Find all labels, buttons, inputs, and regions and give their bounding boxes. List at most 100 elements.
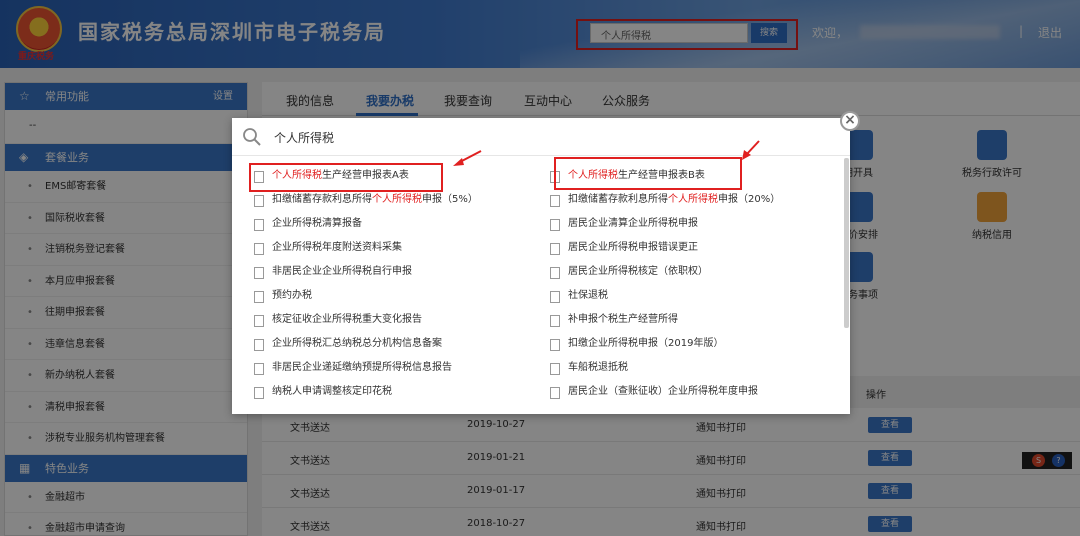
sidebar-item[interactable]: 金融超市 bbox=[5, 482, 247, 513]
result-item-left[interactable]: 企业所得税清算报备 bbox=[246, 214, 516, 234]
service-tile-icon bbox=[977, 192, 1007, 222]
cell-action: 通知书打印 bbox=[696, 522, 746, 533]
cell-name: 文书送达 bbox=[290, 423, 330, 434]
sidebar-item[interactable]: 清税申报套餐 bbox=[5, 392, 247, 423]
search-highlight-box bbox=[576, 19, 798, 50]
star-icon: ☆ bbox=[19, 89, 30, 103]
site-title: 国家税务总局深圳市电子税务局 bbox=[78, 20, 386, 44]
logout-link[interactable]: 退出 bbox=[1038, 24, 1062, 41]
result-item-left[interactable]: 企业所得税汇总纳税总分机构信息备案 bbox=[246, 334, 516, 354]
cell-action: 通知书打印 bbox=[696, 489, 746, 500]
main-tabs: 我的信息 我要办税 我要查询 互动中心 公众服务 bbox=[262, 82, 1080, 116]
result-text-pre: 居民企业所得税申报错误更正 bbox=[568, 242, 698, 253]
help-icon[interactable]: ? bbox=[1052, 454, 1065, 467]
table-row: 文书送达 2019-01-21 通知书打印 查看 bbox=[262, 442, 1080, 475]
result-text-pre: 扣缴企业所得税申报（2019年版） bbox=[568, 338, 724, 349]
search-icon bbox=[243, 128, 261, 146]
result-item-right[interactable]: 扣缴储蓄存款利息所得个人所得税申报（20%） bbox=[542, 190, 812, 210]
result-text-post: 申报（20%） bbox=[718, 194, 781, 205]
sidebar-item[interactable]: 违章信息套餐 bbox=[5, 329, 247, 360]
sidebar-section-title: 套餐业务 bbox=[45, 151, 89, 164]
sidebar-section-2[interactable]: ▦ 特色业务 bbox=[5, 454, 247, 482]
sidebar-section-0[interactable]: ☆ 常用功能 设置 bbox=[5, 83, 247, 110]
results-scrollbar[interactable] bbox=[844, 158, 849, 328]
tab-3[interactable]: 互动中心 bbox=[524, 92, 572, 109]
result-text-pre: 企业所得税清算报备 bbox=[272, 218, 362, 229]
site-header: 重庆税务 国家税务总局深圳市电子税务局 个人所得税 搜索 欢迎， | 退出 bbox=[0, 0, 1080, 68]
result-item-left[interactable]: 企业所得税年度附送资料采集 bbox=[246, 238, 516, 258]
cell-date: 2019-10-27 bbox=[467, 419, 526, 430]
result-text-pre: 预约办税 bbox=[272, 290, 312, 301]
sidebar-item[interactable]: 往期申报套餐 bbox=[5, 297, 247, 329]
service-tile-1[interactable]: 税务行政许可 bbox=[952, 130, 1032, 179]
emblem-text: 重庆税务 bbox=[18, 52, 55, 62]
col-action-header: 操作 bbox=[866, 390, 886, 401]
active-tab-underline bbox=[356, 113, 418, 116]
result-item-right[interactable]: 扣缴企业所得税申报（2019年版） bbox=[542, 334, 812, 354]
result-item-right[interactable]: 居民企业所得税核定（依职权） bbox=[542, 262, 812, 282]
view-button[interactable]: 查看 bbox=[868, 483, 912, 499]
sidebar-settings-link[interactable]: 设置 bbox=[213, 83, 233, 110]
result-text-pre: 非居民企业递延缴纳预提所得税信息报告 bbox=[272, 362, 452, 373]
tax-emblem-icon bbox=[16, 6, 62, 52]
result-text-pre: 核定征收企业所得税重大变化报告 bbox=[272, 314, 422, 325]
tab-4[interactable]: 公众服务 bbox=[602, 92, 650, 109]
sidebar-item[interactable]: -- bbox=[5, 110, 247, 144]
result-text-pre: 社保退税 bbox=[568, 290, 608, 301]
result-text-pre: 非居民企业企业所得税自行申报 bbox=[272, 266, 412, 277]
layers-icon: ◈ bbox=[19, 150, 29, 164]
annotation-box-right bbox=[554, 157, 742, 190]
result-item-left[interactable]: 非居民企业企业所得税自行申报 bbox=[246, 262, 516, 282]
modal-search-input[interactable]: 个人所得税 bbox=[274, 129, 334, 146]
result-text-pre: 企业所得税汇总纳税总分机构信息备案 bbox=[272, 338, 442, 349]
annotation-arrow-right bbox=[742, 140, 760, 160]
service-tile-3[interactable]: 纳税信用 bbox=[952, 192, 1032, 241]
service-tile-label: 税务行政许可 bbox=[962, 168, 1022, 179]
service-tile-icon bbox=[977, 130, 1007, 160]
cell-name: 文书送达 bbox=[290, 522, 330, 533]
view-button[interactable]: 查看 bbox=[868, 417, 912, 433]
result-item-right[interactable]: 补申报个税生产经营所得 bbox=[542, 310, 812, 330]
sidebar-item[interactable]: 金融超市申请查询 bbox=[5, 513, 247, 536]
sidebar-item[interactable]: 本月应申报套餐 bbox=[5, 266, 247, 297]
view-button[interactable]: 查看 bbox=[868, 450, 912, 466]
sidebar-item[interactable]: 注销税务登记套餐 bbox=[5, 234, 247, 266]
result-text-pre: 居民企业清算企业所得税申报 bbox=[568, 218, 698, 229]
cell-name: 文书送达 bbox=[290, 456, 330, 467]
result-item-left[interactable]: 预约办税 bbox=[246, 286, 516, 306]
result-item-right[interactable]: 居民企业清算企业所得税申报 bbox=[542, 214, 812, 234]
result-text-pre: 扣缴储蓄存款利息所得 bbox=[568, 194, 668, 205]
result-item-left[interactable]: 扣缴储蓄存款利息所得个人所得税申报（5%） bbox=[246, 190, 516, 210]
sidebar-item[interactable]: 新办纳税人套餐 bbox=[5, 360, 247, 392]
floating-widget[interactable]: S ? bbox=[1022, 452, 1072, 469]
tab-0[interactable]: 我的信息 bbox=[286, 92, 334, 109]
close-icon[interactable]: × bbox=[840, 111, 860, 131]
result-item-left[interactable]: 核定征收企业所得税重大变化报告 bbox=[246, 310, 516, 330]
result-item-right[interactable]: 车船税退抵税 bbox=[542, 358, 812, 378]
result-text-hl: 个人所得税 bbox=[372, 194, 422, 205]
tab-1[interactable]: 我要办税 bbox=[366, 92, 414, 109]
result-text-pre: 居民企业（查账征收）企业所得税年度申报 bbox=[568, 386, 758, 397]
sidebar-item[interactable]: 涉税专业服务机构管理套餐 bbox=[5, 423, 247, 455]
annotation-box-left bbox=[249, 163, 443, 192]
grid-icon: ▦ bbox=[19, 460, 31, 475]
result-item-right[interactable]: 社保退税 bbox=[542, 286, 812, 306]
sidebar-item[interactable]: EMS邮寄套餐 bbox=[5, 171, 247, 203]
view-button[interactable]: 查看 bbox=[868, 516, 912, 532]
result-item-right[interactable]: 居民企业（查账征收）企业所得税年度申报 bbox=[542, 382, 812, 402]
result-text-pre: 扣缴储蓄存款利息所得 bbox=[272, 194, 372, 205]
result-item-right[interactable]: 居民企业所得税申报错误更正 bbox=[542, 238, 812, 258]
result-text-pre: 企业所得税年度附送资料采集 bbox=[272, 242, 402, 253]
s-logo-icon[interactable]: S bbox=[1032, 454, 1045, 467]
search-results-list: 个人所得税生产经营申报表A表 扣缴储蓄存款利息所得个人所得税申报（5%） 企业所得税… bbox=[232, 166, 850, 406]
annotation-arrow-left bbox=[453, 150, 482, 166]
table-row: 文书送达 2019-01-17 通知书打印 查看 bbox=[262, 475, 1080, 508]
service-tile-label: 纳税信用 bbox=[972, 230, 1012, 241]
table-row: 文书送达 2018-10-27 通知书打印 查看 bbox=[262, 508, 1080, 536]
cell-name: 文书送达 bbox=[290, 489, 330, 500]
result-item-left[interactable]: 非居民企业递延缴纳预提所得税信息报告 bbox=[246, 358, 516, 378]
sidebar-section-1[interactable]: ◈ 套餐业务 bbox=[5, 144, 247, 171]
result-item-left[interactable]: 纳税人申请调整核定印花税 bbox=[246, 382, 516, 402]
tab-2[interactable]: 我要查询 bbox=[444, 92, 492, 109]
sidebar-item[interactable]: 国际税收套餐 bbox=[5, 203, 247, 234]
